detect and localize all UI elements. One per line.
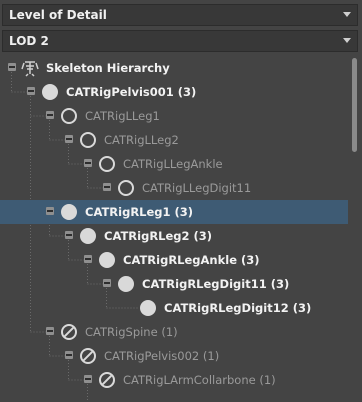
scrollbar-thumb[interactable] — [352, 58, 357, 152]
tree-node-label: CATRigRLeg1 (3) — [85, 205, 194, 219]
tree-node-label: CATRigLLeg1 — [85, 109, 160, 123]
tree-row[interactable]: CATRigRLegAnkle (3) — [0, 248, 348, 272]
tree-row[interactable]: CATRigRLegDigit11 (3) — [0, 272, 348, 296]
tree-row[interactable]: CATRigSpine (1) — [0, 320, 348, 344]
level-of-detail-label: Level of Detail — [9, 8, 107, 22]
lod-dropdown[interactable]: LOD 2 — [2, 30, 358, 52]
tree-row[interactable]: CATRigLLeg2 — [0, 128, 348, 152]
filled-circle-icon — [99, 252, 115, 268]
tree-node-label: CATRigLLegAnkle — [123, 157, 223, 171]
filled-circle-icon — [61, 204, 77, 220]
filled-circle-icon — [42, 84, 58, 100]
tree-row[interactable]: CATRigLLeg1 — [0, 104, 348, 128]
filled-circle-icon — [118, 276, 134, 292]
filled-circle-icon — [80, 228, 96, 244]
skeleton-hierarchy-tree: Skeleton Hierarchy CATRigPelvis001 (3) C… — [0, 56, 348, 402]
tree-row-selected[interactable]: CATRigRLeg1 (3) — [0, 200, 348, 224]
level-of-detail-dropdown[interactable]: Level of Detail — [2, 4, 358, 26]
tree-node-label: CATRigLLegDigit11 — [142, 181, 252, 195]
tree-node-label: CATRigRLegAnkle (3) — [123, 253, 260, 267]
tree-node-label: CATRigRLeg2 (3) — [104, 229, 213, 243]
ring-circle-icon — [80, 132, 96, 148]
tree-node-label: CATRigLLeg2 — [104, 133, 179, 147]
collapse-icon[interactable] — [103, 279, 111, 287]
forbidden-circle-icon — [61, 324, 77, 340]
vertical-scrollbar[interactable] — [348, 56, 362, 402]
tree-node-label: CATRigSpine (1) — [85, 325, 178, 339]
tree-row[interactable]: CATRigPelvis002 (1) — [0, 344, 348, 368]
tree-row[interactable]: CATRigRLeg2 (3) — [0, 224, 348, 248]
tree-node-label: CATRigPelvis001 (3) — [66, 85, 197, 99]
tree-row[interactable]: CATRigLLegAnkle — [0, 152, 348, 176]
tree-node-label: CATRigRLegDigit12 (3) — [164, 301, 312, 315]
tree-row-skeleton-hierarchy[interactable]: Skeleton Hierarchy — [0, 56, 348, 80]
ring-circle-icon — [61, 108, 77, 124]
collapse-icon[interactable] — [46, 111, 54, 119]
filled-circle-icon — [140, 300, 156, 316]
chevron-down-icon — [343, 38, 351, 43]
tree-row[interactable]: CATRigPelvis001 (3) — [0, 80, 348, 104]
collapse-icon[interactable] — [27, 87, 35, 95]
ring-circle-icon — [118, 180, 134, 196]
tree-row[interactable]: CATRigLArmCollarbone (1) — [0, 368, 348, 392]
collapse-icon[interactable] — [46, 327, 54, 335]
tree-node-label: CATRigRLegDigit11 (3) — [142, 277, 290, 291]
collapse-icon[interactable] — [65, 351, 73, 359]
collapse-icon[interactable] — [46, 207, 54, 215]
chevron-down-icon — [343, 12, 351, 17]
collapse-icon[interactable] — [84, 375, 92, 383]
forbidden-circle-icon — [99, 372, 115, 388]
tree-node-label: CATRigPelvis002 (1) — [104, 349, 220, 363]
forbidden-circle-icon — [80, 348, 96, 364]
collapse-icon[interactable] — [65, 231, 73, 239]
collapse-icon[interactable] — [84, 159, 92, 167]
collapse-icon[interactable] — [65, 135, 73, 143]
lod-label: LOD 2 — [9, 34, 49, 48]
collapse-icon[interactable] — [103, 183, 111, 191]
tree-root-label: Skeleton Hierarchy — [46, 61, 170, 75]
tree-node-label: CATRigLArmCollarbone (1) — [123, 373, 276, 387]
tree-row[interactable]: CATRigLLegDigit11 — [0, 176, 348, 200]
collapse-icon[interactable] — [84, 255, 92, 263]
ring-circle-icon — [99, 156, 115, 172]
tree-row[interactable]: CATRigRLegDigit12 (3) — [0, 296, 348, 320]
collapse-icon[interactable] — [8, 63, 16, 71]
skeleton-icon — [21, 61, 39, 77]
